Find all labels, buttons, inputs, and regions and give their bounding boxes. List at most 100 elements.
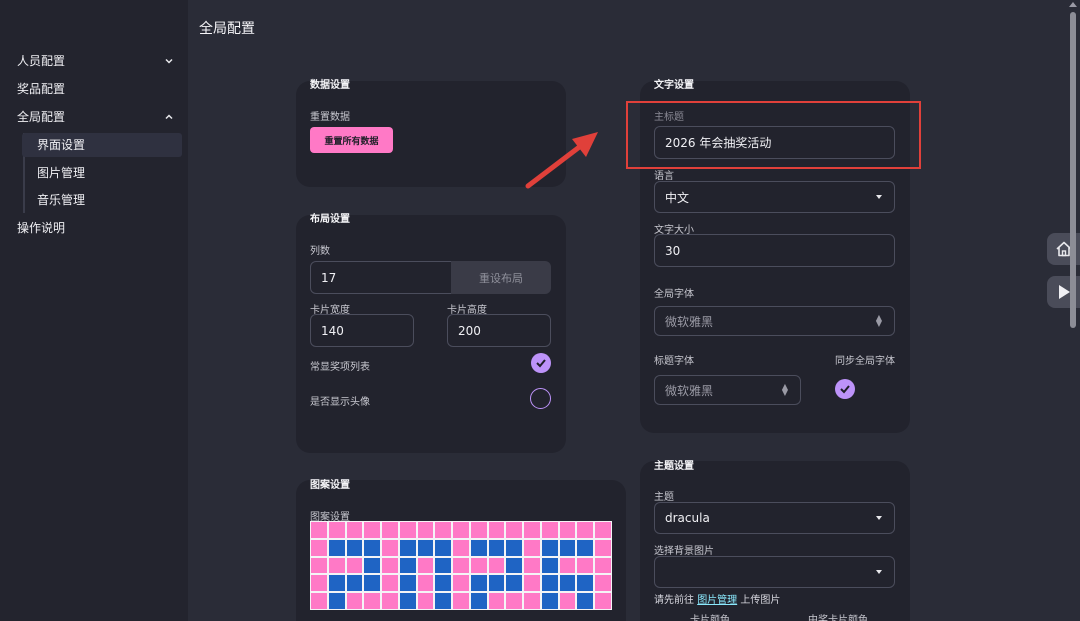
reset-layout-button[interactable]: 重设布局 (451, 261, 551, 294)
pattern-cell[interactable] (523, 574, 541, 592)
pattern-cell[interactable] (416, 538, 435, 557)
pattern-cell[interactable] (594, 574, 612, 592)
image-manage-link[interactable]: 图片管理 (697, 595, 737, 606)
sidebar-item-music-manage[interactable]: 音乐管理 (37, 191, 85, 209)
pattern-cell[interactable] (576, 521, 594, 539)
pattern-cell[interactable] (452, 574, 470, 592)
sidebar-item-people[interactable]: 人员配置 (17, 52, 65, 70)
pattern-cell[interactable] (345, 574, 364, 592)
scrollbar-thumb[interactable] (1070, 12, 1076, 328)
pattern-cell[interactable] (576, 556, 594, 575)
pattern-cell[interactable] (487, 574, 506, 592)
pattern-cell[interactable] (381, 592, 399, 610)
pattern-cell[interactable] (310, 538, 328, 557)
pattern-cell[interactable] (327, 556, 346, 575)
pattern-cell[interactable] (416, 592, 435, 610)
pattern-grid[interactable] (310, 521, 612, 610)
pattern-cell[interactable] (345, 538, 364, 557)
pattern-cell[interactable] (505, 521, 523, 539)
pattern-cell[interactable] (505, 556, 523, 575)
font-size-input[interactable]: 30 (654, 234, 895, 267)
pattern-cell[interactable] (469, 538, 488, 557)
pattern-cell[interactable] (540, 538, 559, 557)
pattern-cell[interactable] (434, 592, 452, 610)
pattern-cell[interactable] (576, 592, 594, 610)
pattern-cell[interactable] (345, 592, 364, 610)
chevron-down-icon[interactable] (163, 56, 175, 68)
pattern-cell[interactable] (416, 521, 435, 539)
pattern-cell[interactable] (434, 574, 452, 592)
pattern-cell[interactable] (576, 574, 594, 592)
card-height-input[interactable]: 200 (447, 314, 551, 347)
scroll-up-arrow[interactable] (1069, 2, 1077, 7)
pattern-cell[interactable] (469, 574, 488, 592)
pattern-cell[interactable] (310, 521, 328, 539)
pattern-cell[interactable] (540, 556, 559, 575)
pattern-cell[interactable] (540, 521, 559, 539)
pattern-cell[interactable] (363, 556, 381, 575)
pattern-cell[interactable] (345, 521, 364, 539)
pattern-cell[interactable] (416, 574, 435, 592)
pattern-cell[interactable] (558, 574, 577, 592)
pattern-cell[interactable] (381, 538, 399, 557)
pattern-cell[interactable] (469, 556, 488, 575)
pattern-cell[interactable] (558, 521, 577, 539)
sidebar-item-global[interactable]: 全局配置 (17, 108, 65, 126)
show-avatar-checkbox[interactable] (530, 388, 551, 409)
pattern-cell[interactable] (327, 521, 346, 539)
pattern-cell[interactable] (558, 592, 577, 610)
pattern-cell[interactable] (505, 592, 523, 610)
pattern-cell[interactable] (398, 556, 417, 575)
pattern-cell[interactable] (327, 592, 346, 610)
pattern-cell[interactable] (558, 538, 577, 557)
card-width-input[interactable]: 140 (310, 314, 414, 347)
pattern-cell[interactable] (381, 521, 399, 539)
global-font-select[interactable]: 微软雅黑 ▲ ▼ (654, 306, 895, 336)
sidebar-item-image-manage[interactable]: 图片管理 (37, 164, 85, 182)
pattern-cell[interactable] (558, 556, 577, 575)
sync-font-checkbox[interactable] (835, 379, 855, 399)
pattern-cell[interactable] (363, 538, 381, 557)
pattern-cell[interactable] (363, 592, 381, 610)
pattern-cell[interactable] (505, 574, 523, 592)
pattern-cell[interactable] (398, 592, 417, 610)
sidebar-item-ui-settings[interactable]: 界面设置 (37, 136, 85, 154)
pattern-cell[interactable] (540, 592, 559, 610)
pattern-cell[interactable] (363, 574, 381, 592)
pattern-cell[interactable] (327, 538, 346, 557)
pattern-cell[interactable] (452, 521, 470, 539)
pattern-cell[interactable] (523, 538, 541, 557)
reset-all-data-button[interactable]: 重置所有数据 (310, 127, 393, 153)
pattern-cell[interactable] (487, 538, 506, 557)
title-font-select[interactable]: 微软雅黑 ▲ ▼ (654, 375, 801, 405)
columns-input[interactable]: 17 (310, 261, 452, 294)
pattern-cell[interactable] (434, 556, 452, 575)
pattern-cell[interactable] (523, 521, 541, 539)
bg-image-select[interactable] (654, 556, 895, 588)
pattern-cell[interactable] (469, 592, 488, 610)
pattern-cell[interactable] (452, 592, 470, 610)
pattern-cell[interactable] (469, 521, 488, 539)
pattern-cell[interactable] (398, 574, 417, 592)
pattern-cell[interactable] (452, 538, 470, 557)
pattern-cell[interactable] (310, 574, 328, 592)
pattern-cell[interactable] (523, 556, 541, 575)
pattern-cell[interactable] (594, 556, 612, 575)
pattern-cell[interactable] (452, 556, 470, 575)
pattern-cell[interactable] (487, 592, 506, 610)
pattern-cell[interactable] (540, 574, 559, 592)
pattern-cell[interactable] (487, 556, 506, 575)
pattern-cell[interactable] (363, 521, 381, 539)
pattern-cell[interactable] (523, 592, 541, 610)
theme-select[interactable]: dracula (654, 502, 895, 534)
pattern-cell[interactable] (381, 556, 399, 575)
pattern-cell[interactable] (398, 538, 417, 557)
pattern-cell[interactable] (594, 521, 612, 539)
show-prize-list-checkbox[interactable] (531, 353, 551, 373)
pattern-cell[interactable] (594, 592, 612, 610)
pattern-cell[interactable] (345, 556, 364, 575)
chevron-up-icon[interactable] (163, 112, 175, 124)
pattern-cell[interactable] (310, 556, 328, 575)
pattern-cell[interactable] (416, 556, 435, 575)
pattern-cell[interactable] (310, 592, 328, 610)
